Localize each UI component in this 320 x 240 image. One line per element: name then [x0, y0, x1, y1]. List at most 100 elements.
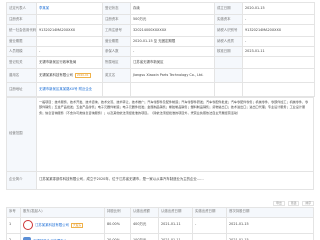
basic-info-table: 法定代表人 李某某 登记状态 存续 成立日期 2020-01-15 注册资本 注册资本 500万… [6, 2, 315, 97]
info-text: 2020-01-15 [245, 5, 265, 10]
shareholder-tag: 大股东 [70, 223, 84, 229]
info-row: 营业期限 营业期限 2020-01-15 至 无固定期限 纳税人资质 - [6, 36, 315, 47]
intro-label: 企业简介 [6, 170, 37, 190]
info-text: - [245, 38, 247, 43]
info-value: 2020-01-15 至 无固定期限 [130, 36, 215, 47]
info-value: 91320214MA20XXXX [242, 24, 315, 37]
info-label [214, 68, 243, 83]
info-text: 91320214MA20XXXX [39, 27, 76, 32]
info-label: 实缴资本 [214, 14, 243, 25]
info-value: 江苏省无锡市新吴区 [130, 56, 215, 69]
info-label: 所属地区 [102, 56, 131, 69]
info-text: 注册资本 [9, 16, 23, 21]
info-label: 营业期限 [102, 36, 131, 47]
info-text: 登记机关 [9, 59, 23, 64]
shareholder-table: 序号 股东(发起人) 持股比例 认缴出资额 认缴出资日期 实缴出资日期 首次持股日期 1 江苏… [6, 206, 314, 240]
info-text: 实缴资本 [217, 16, 231, 21]
info-label: 注册地址 [6, 82, 37, 97]
info-text: 统一社会信用代码 [9, 27, 37, 32]
info-label: 参保人数 [102, 46, 131, 57]
info-value [242, 68, 315, 83]
shareholder-name-link[interactable]: 江苏某某科技有限公司 [35, 223, 69, 227]
info-row: 法定代表人 李某某 登记状态 存续 成立日期 2020-01-15 [6, 2, 315, 15]
info-link[interactable]: 无锡市新吴区某某路XX号 附近企业 [39, 87, 92, 91]
info-text: 91320214MA20XXXX [245, 27, 282, 32]
info-text: 工商注册号 [105, 27, 122, 32]
shareholder-cell: 无锡某某企业管理中心 [20, 232, 105, 240]
info-text: Jiangsu Xiaoxin Parts Technology Co., Lt… [133, 72, 204, 77]
info-text: 500万元 [133, 16, 147, 21]
info-text: 2023-01-11 [245, 48, 265, 53]
info-value [102, 82, 131, 97]
info-value[interactable]: 无锡市新吴区某某路XX号 附近企业 [36, 82, 103, 97]
info-value [242, 82, 315, 97]
info-row: 注册地址 无锡市新吴区某某路XX号 附近企业 [6, 82, 315, 97]
info-link[interactable]: 李某某 [39, 6, 49, 10]
info-value [36, 36, 103, 47]
info-text: 无锡某某科技有限公司 [39, 72, 73, 77]
info-text: - [39, 48, 41, 53]
info-value: 2020-01-15 [242, 2, 315, 15]
info-row: 人员规模 - 参保人数 - 核准日期 2023-01-11 [6, 46, 315, 57]
column-header: 首次持股日期 [226, 206, 314, 218]
info-value: 存续 [130, 2, 215, 15]
info-label: 成立日期 [214, 2, 243, 15]
table-row: 1 江苏某某科技有限公司 大股东 80.00% 400万元 2021-01-11-2021… [6, 216, 314, 234]
company-logo-icon [23, 220, 33, 231]
subscribed-amount: 400万元 [130, 216, 159, 234]
info-label: 营业期限 [6, 36, 37, 47]
share-ratio: 80.00% [104, 216, 131, 234]
column-header: 认缴出资日期 [158, 206, 193, 218]
subscribed-date: 2021-01-11 [158, 216, 193, 234]
info-value: 91320214MA20XXXX [36, 24, 103, 37]
info-value: - [242, 14, 315, 25]
column-header: 序号 [6, 206, 21, 218]
info-text: - [245, 16, 247, 21]
info-text: 存续 [133, 5, 140, 10]
info-value: 500万元 [130, 14, 215, 25]
history-tag: 2020-01 [74, 72, 91, 79]
info-text: 无锡市新吴区行政审批局 [39, 59, 77, 64]
table-row: 2无锡某某企业管理中心20.00%100万元2021-01-11-2021-01… [6, 232, 314, 240]
info-text: 注册资本 [105, 16, 119, 21]
info-text: 曾用名 [9, 72, 20, 77]
column-header: 股东(发起人) [20, 206, 105, 218]
info-text: 注册地址 [9, 86, 23, 91]
subscribed-date: 2021-01-11 [158, 232, 193, 240]
info-value [36, 14, 103, 25]
toolbar-button[interactable]: 筛选 [287, 200, 300, 206]
info-text: 所属地区 [105, 59, 119, 64]
info-text: 人员规模 [9, 48, 23, 53]
row-number: 1 [6, 216, 21, 234]
info-row: 统一社会信用代码 91320214MA20XXXX 工商注册号 320214000XX… [6, 24, 315, 37]
info-value: Jiangsu Xiaoxin Parts Technology Co., Lt… [130, 68, 215, 83]
row-number: 2 [6, 232, 21, 240]
info-label [214, 56, 243, 69]
info-value: - [130, 46, 215, 57]
info-label: 登记状态 [102, 2, 131, 15]
scope-table: 经营范围 一般项目：技术服务、技术开发、技术咨询、技术交流、技术转让、技术推广；… [6, 96, 314, 190]
info-text: 法定代表人 [9, 5, 26, 10]
scope-label: 经营范围 [6, 96, 37, 172]
info-text: 成立日期 [217, 5, 231, 10]
toolbar-button[interactable]: 导出 [273, 200, 285, 206]
info-text: - [133, 48, 135, 53]
paid-date: - [192, 232, 227, 240]
info-value [242, 56, 315, 69]
column-header: 认缴出资额 [130, 206, 159, 218]
info-label: 法定代表人 [6, 2, 37, 15]
info-text: 320214000XXXXXX [133, 27, 167, 32]
info-label: 工商注册号 [102, 24, 131, 37]
share-ratio: 20.00% [104, 232, 131, 240]
info-text: 参保人数 [105, 48, 119, 53]
info-label: 注册资本 [102, 14, 131, 25]
info-text: 核准日期 [217, 48, 231, 53]
info-value: 无锡某某科技有限公司 2020-01 [36, 68, 103, 83]
info-text: 2020-01-15 至 无固定期限 [133, 38, 176, 43]
column-header: 实缴出资日期 [192, 206, 227, 218]
toolbar-button[interactable]: 排序 [302, 200, 314, 206]
info-row: 登记机关 无锡市新吴区行政审批局 所属地区 江苏省无锡市新吴区 [6, 56, 315, 69]
info-value[interactable]: 李某某 [36, 2, 103, 15]
info-value: 无锡市新吴区行政审批局 [36, 56, 103, 69]
info-label: 人员规模 [6, 46, 37, 57]
